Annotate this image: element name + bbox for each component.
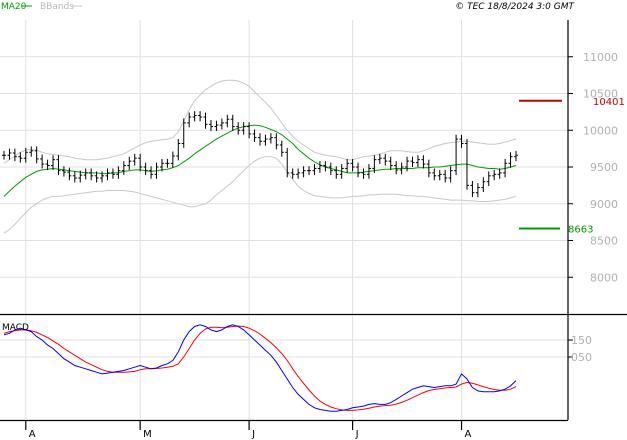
price-tick-label: 8000: [590, 271, 618, 284]
price-tick-label: 11000: [583, 51, 618, 64]
ma20-legend-label: MA20: [1, 2, 27, 12]
price-tick-label: 9500: [590, 161, 618, 174]
macd-tick-label: 150: [571, 334, 592, 347]
x-axis: AMJJA: [0, 419, 568, 440]
price-tick-label: 10500: [583, 88, 618, 101]
x-tick-label: M: [143, 429, 152, 440]
bbands-legend-label: BBands: [40, 2, 74, 12]
price-tick-label: 9000: [590, 198, 618, 211]
macd-tick-label: 050: [571, 351, 592, 364]
macd-lines: [3, 324, 517, 412]
x-tick-label: J: [251, 429, 255, 440]
price-tick-label: 8500: [590, 235, 618, 248]
macd-label: MACD: [2, 323, 29, 333]
price-panel: 104018663 800085009000950010000105001100…: [0, 20, 627, 314]
stock-chart: 104018663 800085009000950010000105001100…: [0, 2, 627, 440]
copyright-label: © TEC 18/8/2024 3:0 GMT: [455, 2, 575, 12]
x-tick-label: J: [355, 429, 359, 440]
x-tick-label: A: [29, 429, 36, 440]
macd-y-axis: 150050: [568, 334, 592, 364]
macd-line: [3, 324, 517, 412]
signal-line: [3, 325, 517, 411]
legend: MA20 BBands © TEC 18/8/2024 3:0 GMT: [1, 2, 576, 12]
macd-panel: 150050 MACD: [0, 315, 592, 420]
x-tick-label: A: [465, 429, 472, 440]
price-y-axis: 8000 8500 9000 9500 10000 10500 11000: [568, 51, 618, 284]
price-tick-label: 10000: [583, 124, 618, 137]
macd-grid: [0, 315, 568, 420]
